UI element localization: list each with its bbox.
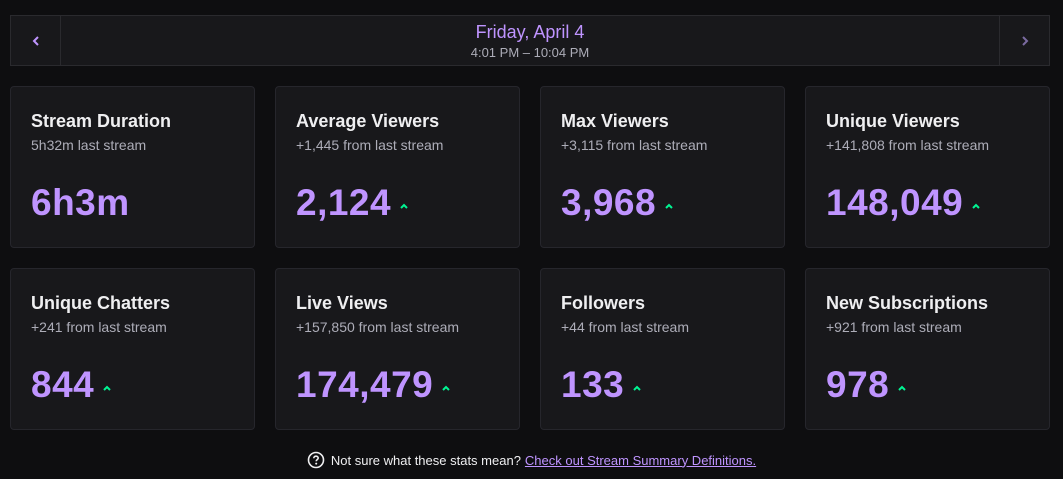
previous-stream-button[interactable] xyxy=(11,16,61,65)
date-display: Friday, April 4 4:01 PM – 10:04 PM xyxy=(61,16,999,65)
stat-title: Followers xyxy=(561,293,646,313)
trend-up-icon xyxy=(400,203,408,209)
stat-title: Unique Chatters xyxy=(31,293,171,313)
stat-card-stream-duration: Stream Duration 5h32m last stream 6h3m xyxy=(10,86,255,248)
stat-comparison: 5h32m last stream xyxy=(31,137,147,153)
stat-title: Average Viewers xyxy=(296,111,440,131)
stat-value: 978 xyxy=(826,364,890,405)
stream-summary-definitions-link[interactable]: Check out Stream Summary Definitions. xyxy=(525,453,756,468)
stat-title: Max Viewers xyxy=(561,111,669,131)
stat-value: 6h3m xyxy=(31,182,130,223)
stat-card-max-viewers: Max Viewers +3,115 from last stream 3,96… xyxy=(540,86,785,248)
stat-value: 133 xyxy=(561,364,625,405)
stream-time-range: 4:01 PM – 10:04 PM xyxy=(470,45,590,60)
stat-card-unique-viewers: Unique Viewers +141,808 from last stream… xyxy=(805,86,1050,248)
date-navigator: Friday, April 4 4:01 PM – 10:04 PM xyxy=(10,15,1050,66)
trend-up-icon xyxy=(898,385,906,391)
trend-up-icon xyxy=(972,203,980,209)
chevron-right-icon xyxy=(1021,35,1028,46)
stat-card-average-viewers: Average Viewers +1,445 from last stream … xyxy=(275,86,520,248)
stat-card-live-views: Live Views +157,850 from last stream 174… xyxy=(275,268,520,430)
trend-up-icon xyxy=(103,385,111,391)
stat-title: New Subscriptions xyxy=(826,293,989,313)
stat-value: 3,968 xyxy=(561,182,657,223)
stat-comparison: +241 from last stream xyxy=(31,319,167,335)
stat-card-unique-chatters: Unique Chatters +241 from last stream 84… xyxy=(10,268,255,430)
stat-card-new-subscriptions: New Subscriptions +921 from last stream … xyxy=(805,268,1050,430)
question-circle-icon xyxy=(307,451,325,469)
stat-title: Live Views xyxy=(296,293,388,313)
stat-value: 2,124 xyxy=(296,182,392,223)
next-stream-button[interactable] xyxy=(999,16,1049,65)
stats-help-footer: Not sure what these stats mean? Check ou… xyxy=(0,450,1063,470)
trend-up-icon xyxy=(633,385,641,391)
stat-comparison: +157,850 from last stream xyxy=(296,319,460,335)
stat-comparison: +3,115 from last stream xyxy=(561,137,708,153)
stat-comparison: +141,808 from last stream xyxy=(826,137,990,153)
stat-value: 844 xyxy=(31,364,95,405)
stat-comparison: +921 from last stream xyxy=(826,319,962,335)
chevron-left-icon xyxy=(32,35,39,46)
stat-title: Unique Viewers xyxy=(826,111,960,131)
stat-card-followers: Followers +44 from last stream 133 xyxy=(540,268,785,430)
stat-value: 148,049 xyxy=(826,182,964,223)
stat-value: 174,479 xyxy=(296,364,434,405)
stat-comparison: +44 from last stream xyxy=(561,319,689,335)
trend-up-icon xyxy=(665,203,673,209)
stream-date: Friday, April 4 xyxy=(475,22,585,42)
stat-title: Stream Duration xyxy=(31,111,172,131)
help-question-text: Not sure what these stats mean? xyxy=(330,452,521,468)
stat-comparison: +1,445 from last stream xyxy=(296,137,444,153)
trend-up-icon xyxy=(442,385,450,391)
